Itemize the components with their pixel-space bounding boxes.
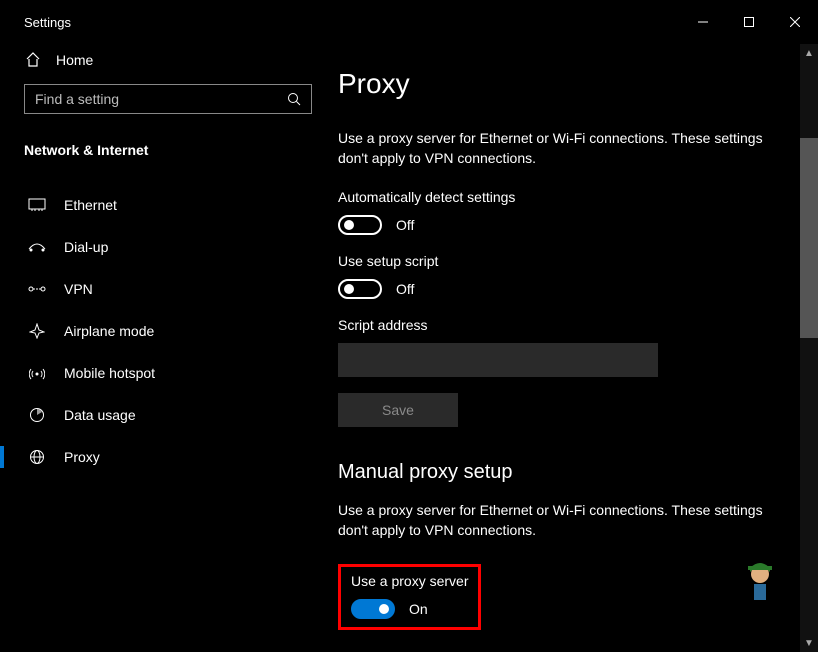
content-pane: Proxy Use a proxy server for Ethernet or… <box>338 44 818 652</box>
script-address-label: Script address <box>338 317 776 333</box>
sidebar-item-ethernet[interactable]: Ethernet <box>0 184 338 226</box>
search-box[interactable] <box>24 84 312 114</box>
maximize-button[interactable] <box>726 0 772 44</box>
close-button[interactable] <box>772 0 818 44</box>
sidebar-item-vpn[interactable]: VPN <box>0 268 338 310</box>
manual-proxy-heading: Manual proxy setup <box>338 461 776 484</box>
sidebar-item-airplane[interactable]: Airplane mode <box>0 310 338 352</box>
page-title: Proxy <box>338 68 776 100</box>
sidebar-item-label: Airplane mode <box>64 323 154 339</box>
manual-proxy-description: Use a proxy server for Ethernet or Wi-Fi… <box>338 500 776 541</box>
use-proxy-state: On <box>409 601 428 617</box>
hotspot-icon <box>28 366 46 380</box>
sidebar-item-proxy[interactable]: Proxy <box>0 436 338 478</box>
use-proxy-toggle[interactable] <box>351 599 395 619</box>
home-label: Home <box>56 52 93 68</box>
sidebar-item-hotspot[interactable]: Mobile hotspot <box>0 352 338 394</box>
highlight-box: Use a proxy server On <box>338 564 481 630</box>
use-proxy-label: Use a proxy server <box>351 573 468 589</box>
scroll-down-icon[interactable]: ▼ <box>800 634 818 652</box>
sidebar-item-datausage[interactable]: Data usage <box>0 394 338 436</box>
airplane-icon <box>28 323 46 339</box>
dialup-icon <box>28 241 46 253</box>
scroll-up-icon[interactable]: ▲ <box>800 44 818 62</box>
home-link[interactable]: Home <box>0 44 338 82</box>
setup-script-toggle[interactable] <box>338 279 382 299</box>
proxy-description: Use a proxy server for Ethernet or Wi-Fi… <box>338 128 776 169</box>
setup-script-state: Off <box>396 281 414 297</box>
scroll-thumb[interactable] <box>800 138 818 338</box>
auto-detect-toggle[interactable] <box>338 215 382 235</box>
window-title: Settings <box>24 15 71 30</box>
script-address-input[interactable] <box>338 343 658 377</box>
setup-script-label: Use setup script <box>338 253 776 269</box>
proxy-icon <box>28 449 46 465</box>
save-button[interactable]: Save <box>338 393 458 427</box>
sidebar-item-dialup[interactable]: Dial-up <box>0 226 338 268</box>
auto-detect-label: Automatically detect settings <box>338 189 776 205</box>
sidebar: Home Network & Internet Ethernet Dial-up <box>0 44 338 652</box>
sidebar-item-label: Dial-up <box>64 239 108 255</box>
sidebar-item-label: VPN <box>64 281 93 297</box>
avatar-graphic <box>742 558 778 602</box>
vertical-scrollbar[interactable]: ▲ ▼ <box>800 44 818 652</box>
ethernet-icon <box>28 198 46 212</box>
vpn-icon <box>28 283 46 295</box>
home-icon <box>24 52 42 68</box>
datausage-icon <box>28 407 46 423</box>
sidebar-item-label: Data usage <box>64 407 136 423</box>
window-controls <box>680 0 818 44</box>
sidebar-item-label: Mobile hotspot <box>64 365 155 381</box>
minimize-button[interactable] <box>680 0 726 44</box>
search-icon <box>287 92 301 106</box>
sidebar-item-label: Proxy <box>64 449 100 465</box>
auto-detect-state: Off <box>396 217 414 233</box>
sidebar-section-title: Network & Internet <box>0 128 338 184</box>
search-input[interactable] <box>35 91 287 107</box>
titlebar: Settings <box>0 0 818 44</box>
sidebar-item-label: Ethernet <box>64 197 117 213</box>
